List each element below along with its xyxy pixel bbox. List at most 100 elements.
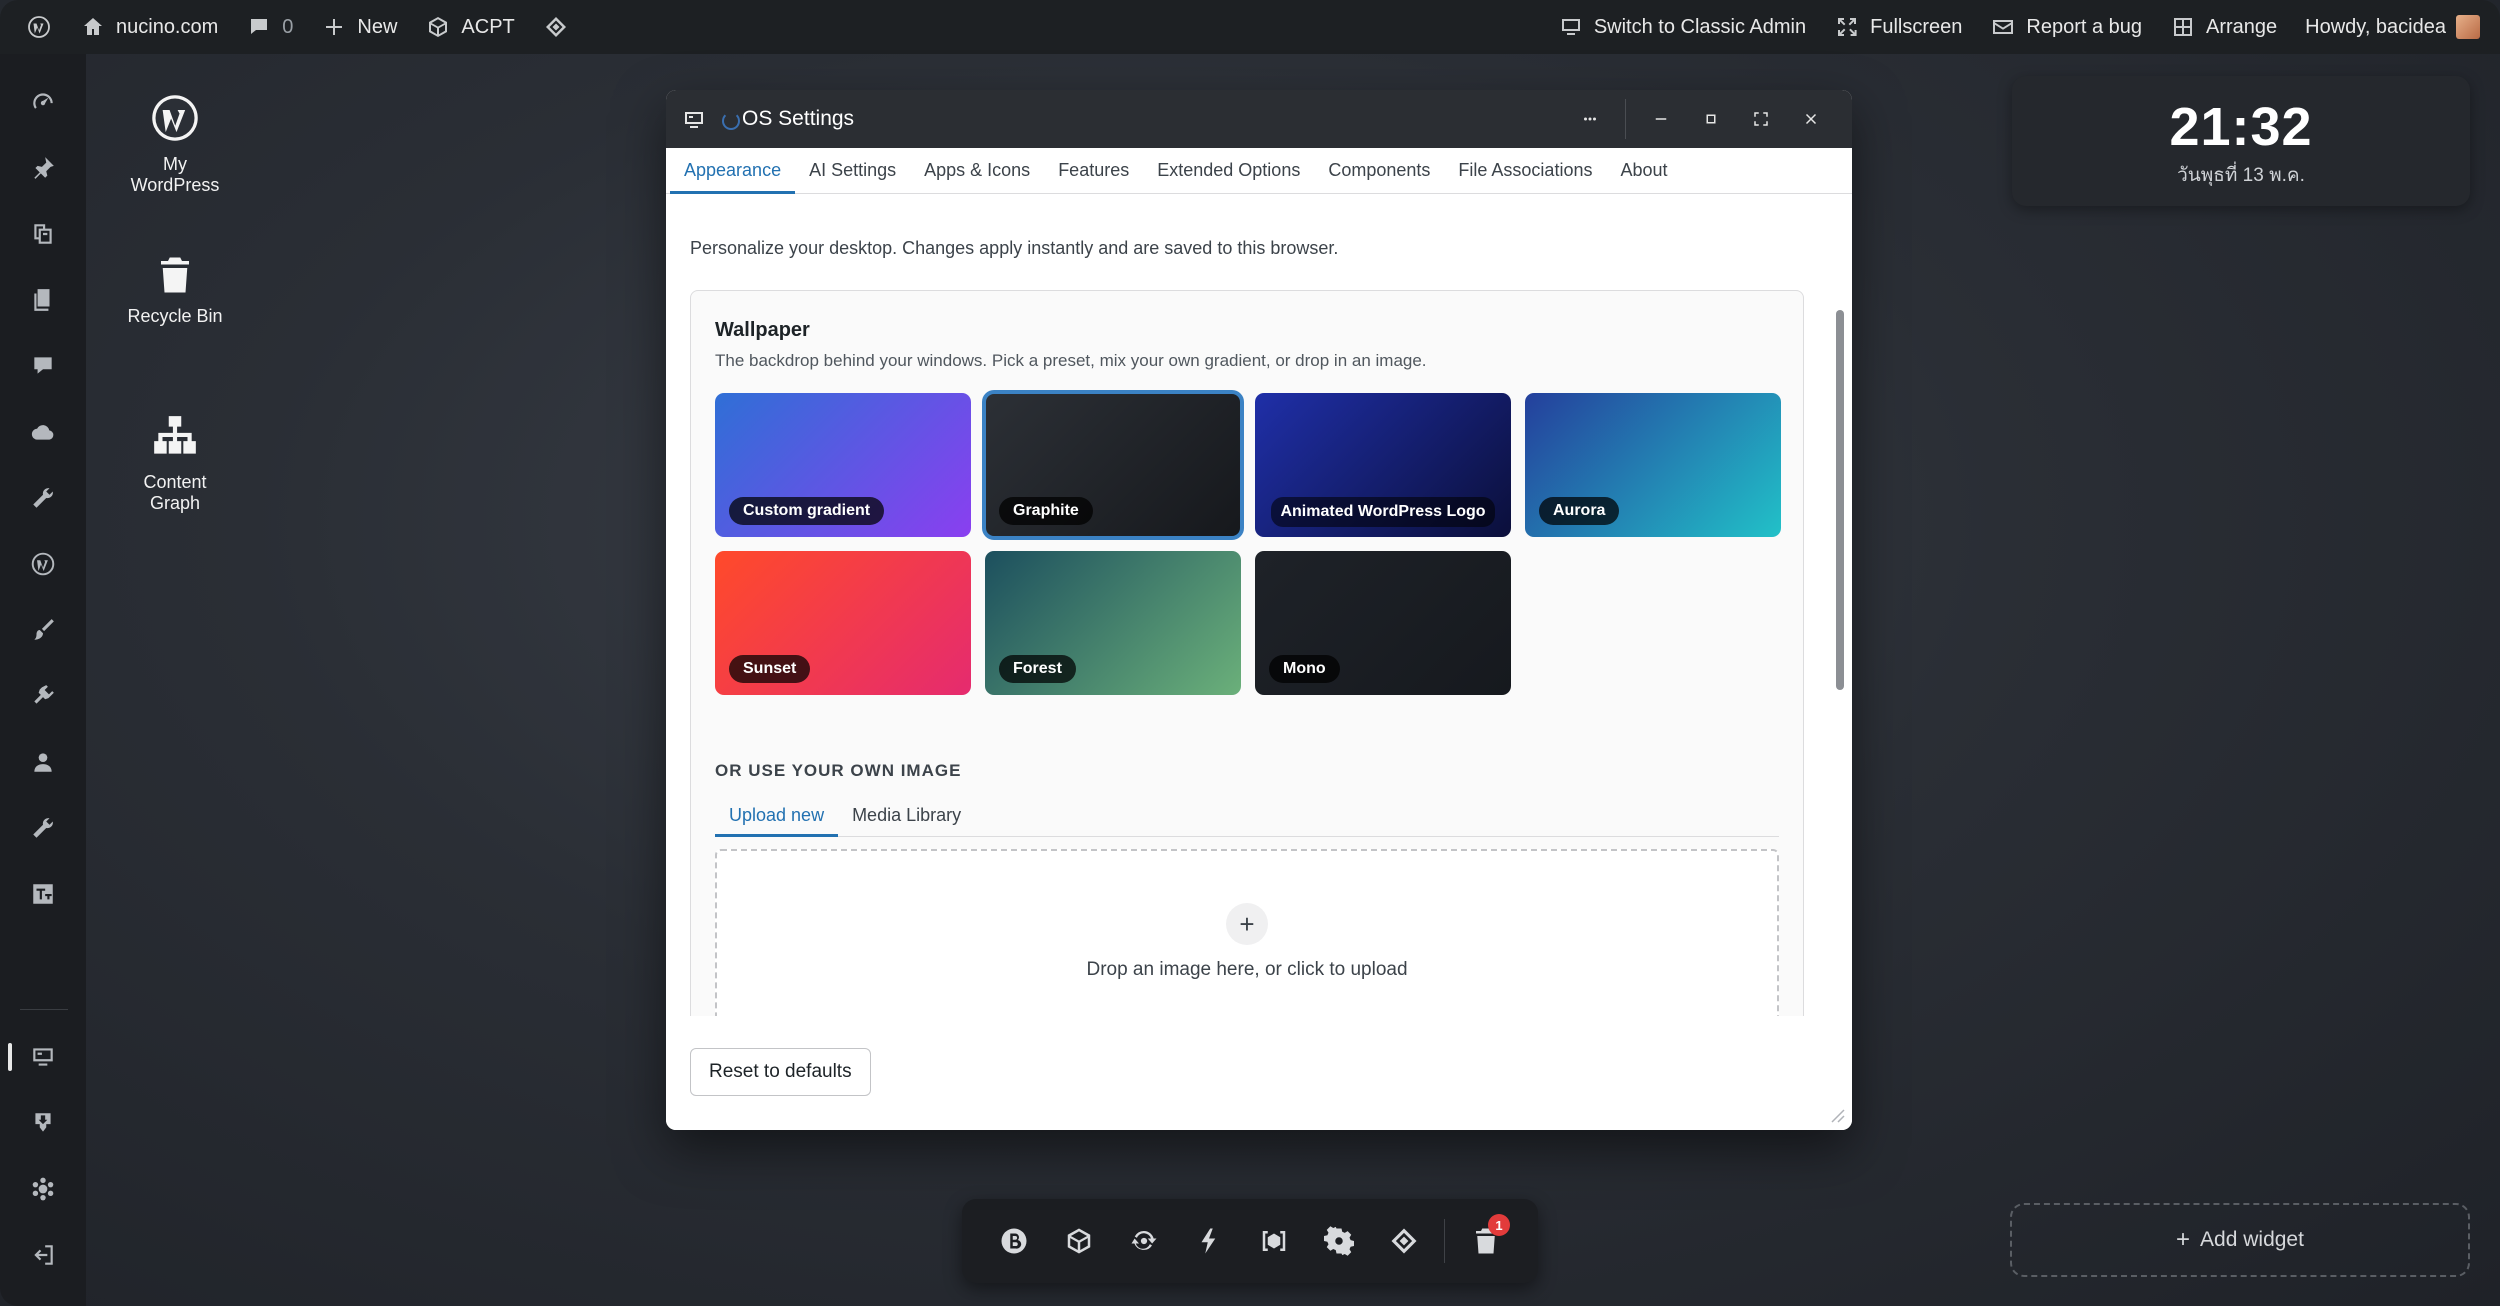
wallpaper-label: Animated WordPress Logo bbox=[1271, 497, 1495, 527]
wallpaper-forest[interactable]: Forest bbox=[985, 551, 1241, 695]
add-widget-button[interactable]: + Add widget bbox=[2010, 1203, 2470, 1277]
desktop-icon-my-wordpress[interactable]: My WordPress bbox=[95, 92, 255, 196]
site-name: nucino.com bbox=[116, 15, 219, 38]
trash-icon bbox=[161, 257, 189, 293]
cloud-icon[interactable] bbox=[28, 417, 58, 447]
howdy-label: Howdy, bacidea bbox=[2305, 15, 2446, 38]
desktop-mode-icon[interactable] bbox=[28, 1042, 58, 1072]
plugins-icon[interactable] bbox=[28, 681, 58, 711]
wallpaper-sunset[interactable]: Sunset bbox=[715, 551, 971, 695]
switch-classic-admin[interactable]: Switch to Classic Admin bbox=[1544, 0, 1820, 54]
desktop-icon-recycle-bin[interactable]: Recycle Bin bbox=[95, 254, 255, 327]
user-menu[interactable]: Howdy, bacidea bbox=[2291, 0, 2500, 54]
tab-media-library[interactable]: Media Library bbox=[838, 795, 975, 836]
wallpaper-card: Wallpaper The backdrop behind your windo… bbox=[690, 290, 1804, 1016]
comments-count: 0 bbox=[282, 15, 294, 38]
pages-icon[interactable] bbox=[28, 285, 58, 315]
wallpaper-graphite[interactable]: Graphite bbox=[982, 390, 1244, 540]
tools-icon[interactable] bbox=[28, 813, 58, 843]
dock-item-sync[interactable] bbox=[1112, 1208, 1177, 1274]
acpt-menu[interactable]: ACPT bbox=[411, 0, 528, 54]
tab-ai-settings[interactable]: AI Settings bbox=[795, 148, 910, 193]
dock-item-trash[interactable]: 1 bbox=[1453, 1208, 1518, 1274]
own-image-heading: OR USE YOUR OWN IMAGE bbox=[715, 761, 962, 780]
more-dots-icon bbox=[1584, 117, 1596, 121]
desktop-icon-content-graph[interactable]: Content Graph bbox=[95, 412, 255, 514]
home-icon bbox=[80, 14, 106, 40]
tab-apps-icons[interactable]: Apps & Icons bbox=[910, 148, 1044, 193]
window-titlebar[interactable]: OS Settings bbox=[666, 90, 1852, 148]
report-bug-label: Report a bug bbox=[2026, 15, 2143, 38]
wordpress-icon bbox=[26, 14, 52, 40]
cube-icon bbox=[425, 14, 451, 40]
wordpress-sidebar-icon[interactable] bbox=[28, 549, 58, 579]
gear-cluster-icon[interactable] bbox=[28, 1174, 58, 1204]
clock-time: 21:32 bbox=[2169, 97, 2313, 157]
tab-appearance[interactable]: Appearance bbox=[670, 148, 796, 194]
reset-defaults-button[interactable]: Reset to defaults bbox=[690, 1048, 871, 1096]
new-content-menu[interactable]: New bbox=[307, 0, 411, 54]
dock-item-code[interactable] bbox=[1242, 1208, 1307, 1274]
wallpaper-aurora[interactable]: Aurora bbox=[1525, 393, 1781, 537]
tab-features[interactable]: Features bbox=[1044, 148, 1143, 193]
site-link[interactable]: nucino.com bbox=[66, 0, 232, 54]
content-scrollbar[interactable] bbox=[1836, 310, 1844, 690]
new-label: New bbox=[357, 15, 398, 38]
maximize-button[interactable] bbox=[1736, 90, 1786, 148]
sidebar-divider bbox=[20, 1009, 68, 1010]
wallpaper-mono[interactable]: Mono bbox=[1255, 551, 1511, 695]
dashboard-icon[interactable] bbox=[28, 87, 58, 117]
close-icon bbox=[1805, 113, 1817, 125]
square-icon bbox=[1706, 114, 1716, 124]
settings-footer: Reset to defaults bbox=[666, 1016, 1852, 1130]
tab-extended-options[interactable]: Extended Options bbox=[1143, 148, 1314, 193]
arrange-button[interactable]: Arrange bbox=[2156, 0, 2291, 54]
download-icon[interactable] bbox=[28, 1108, 58, 1138]
mail-icon bbox=[1990, 14, 2016, 40]
plus-icon: + bbox=[1226, 903, 1268, 945]
expand-icon bbox=[1754, 112, 1768, 126]
comments-link[interactable]: 0 bbox=[232, 0, 307, 54]
controls-divider bbox=[1625, 99, 1626, 139]
brush-icon[interactable] bbox=[28, 615, 58, 645]
report-bug-button[interactable]: Report a bug bbox=[1976, 0, 2156, 54]
dock-item-settings[interactable] bbox=[1306, 1208, 1371, 1274]
window-title: OS Settings bbox=[742, 107, 855, 130]
close-button[interactable] bbox=[1786, 90, 1836, 148]
logout-icon[interactable] bbox=[28, 1240, 58, 1270]
diamond-menu[interactable] bbox=[529, 0, 583, 54]
clock-date: วันพุธที่ 13 พ.ค. bbox=[2177, 165, 2305, 186]
desktop-icon-label: Recycle Bin bbox=[127, 306, 223, 326]
acpt-label: ACPT bbox=[461, 15, 515, 38]
tab-components[interactable]: Components bbox=[1314, 148, 1444, 193]
resize-handle-icon[interactable] bbox=[1828, 1106, 1846, 1124]
settings-sidebar-icon[interactable] bbox=[28, 879, 58, 909]
wrench-icon[interactable] bbox=[28, 483, 58, 513]
tab-upload-new[interactable]: Upload new bbox=[715, 795, 839, 837]
media-icon[interactable] bbox=[28, 219, 58, 249]
dock-item-cube[interactable] bbox=[1047, 1208, 1112, 1274]
comments-icon[interactable] bbox=[28, 351, 58, 381]
wallpaper-custom-gradient[interactable]: Custom gradient bbox=[715, 393, 971, 537]
users-icon[interactable] bbox=[28, 747, 58, 777]
more-options-button[interactable] bbox=[1565, 90, 1615, 148]
wallpaper-animated-wordpress-logo[interactable]: Animated WordPress Logo bbox=[1255, 393, 1511, 537]
tab-file-associations[interactable]: File Associations bbox=[1444, 148, 1606, 193]
plus-icon bbox=[321, 14, 347, 40]
pin-icon[interactable] bbox=[28, 153, 58, 183]
minimize-button[interactable] bbox=[1636, 90, 1686, 148]
arrange-label: Arrange bbox=[2206, 15, 2278, 38]
b-circle-icon bbox=[1001, 1228, 1027, 1254]
dock-item-lightning[interactable] bbox=[1177, 1208, 1242, 1274]
wallpaper-label: Aurora bbox=[1539, 497, 1620, 525]
wordpress-menu[interactable] bbox=[0, 0, 66, 54]
restore-button[interactable] bbox=[1686, 90, 1736, 148]
fullscreen-button[interactable]: Fullscreen bbox=[1820, 0, 1976, 54]
image-dropzone[interactable]: + Drop an image here, or click to upload bbox=[715, 849, 1779, 1016]
diamond-icon bbox=[1391, 1228, 1417, 1254]
sidebar-active-indicator bbox=[8, 1043, 12, 1071]
desktop-icon-label: My WordPress bbox=[130, 154, 220, 195]
dock-item-diamond[interactable] bbox=[1371, 1208, 1436, 1274]
dock-item-b[interactable] bbox=[982, 1208, 1047, 1274]
tab-about[interactable]: About bbox=[1606, 148, 1681, 193]
